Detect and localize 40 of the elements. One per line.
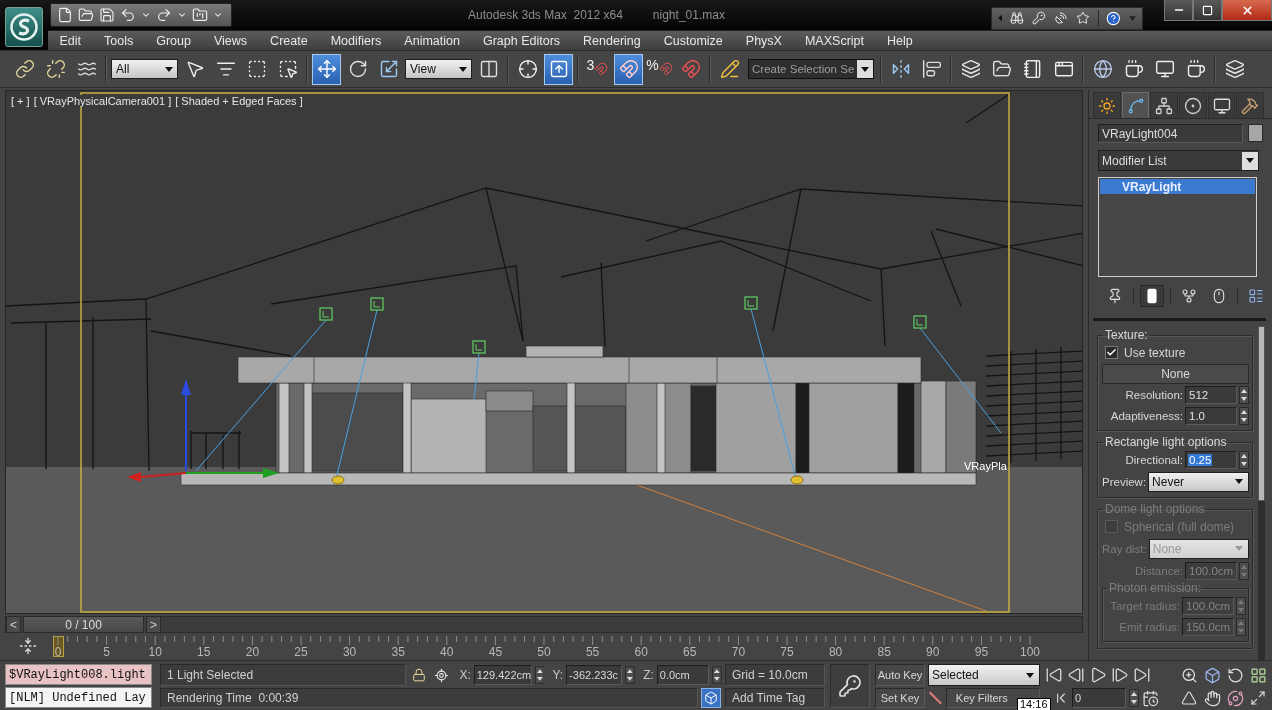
frame-number: 50 [537,646,551,658]
frame-number: 60 [634,646,648,658]
frame-number: 65 [683,646,697,658]
frame-number: 45 [488,646,503,658]
time-tooltip: 14:16 [1017,698,1051,710]
frame-number: 30 [342,646,357,658]
frame-number: 40 [440,646,454,658]
frame-number: 85 [877,646,891,658]
axis-label: X: [459,668,471,682]
frame-number: 5 [103,646,110,658]
frame-number: 25 [294,646,308,658]
dropdown-label: Preview: [1102,475,1147,488]
frame-number: 80 [828,646,843,658]
app-title: Autodesk 3ds Max 2012 x64 [468,8,623,22]
axis-label: Y: [552,668,564,682]
object-label: VRayPla [964,460,1007,472]
frame-number: 95 [974,646,989,658]
spinner-label: Distance: [1134,564,1183,577]
group-title: Rectangle light options [1104,435,1228,449]
grid-size-field: Grid = 10.0cm [725,664,825,686]
file-name: night_01.max [652,8,725,22]
frame-number: 35 [391,646,405,658]
group-title: Photon emission: [1108,581,1203,595]
prompt-message: Rendering Time 0:00:39 [160,688,698,708]
group-title: Texture: [1104,328,1149,342]
frame-number: 15 [197,646,211,658]
frame-number: 90 [926,646,940,658]
spinner-label: Adaptiveness: [1109,409,1183,422]
frame-number: 70 [731,646,746,658]
status-message: 1 Light Selected [160,664,407,686]
frame-number: 75 [780,646,794,658]
frame-number: 20 [245,646,260,658]
spinner-label: Directional: [1124,453,1183,466]
frame-number: 0 [54,646,62,658]
frame-number: 100 [1020,646,1040,658]
spinner-label: Resolution: [1124,388,1183,401]
axis-label: Z: [643,668,654,682]
frame-counter: 0 / 100 [23,616,144,633]
frame-number: 10 [148,646,162,658]
frame-number: 55 [585,646,600,658]
